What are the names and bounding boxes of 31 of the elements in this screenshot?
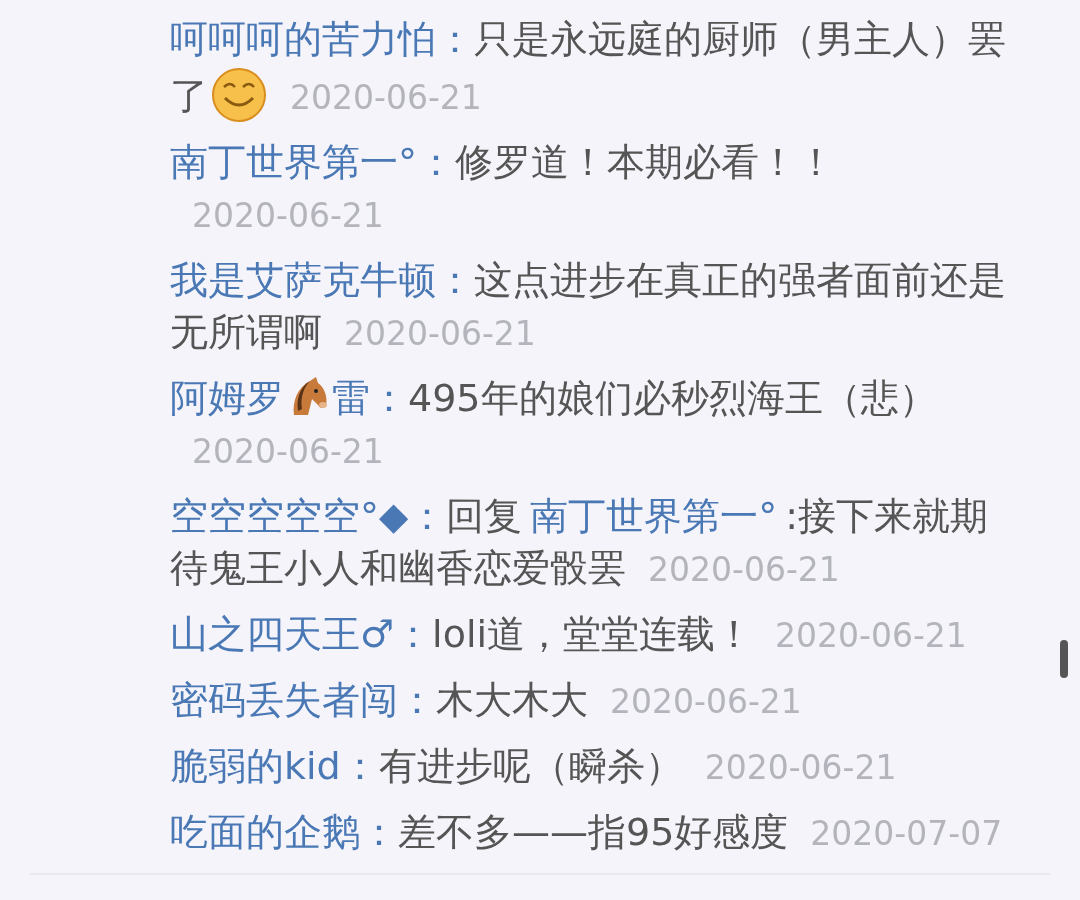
comment-date: 2020-06-21 xyxy=(192,196,384,235)
comment-date: 2020-06-21 xyxy=(610,682,802,721)
comment-text: 呵呵呵的苦力怕：只是永远庭的厨师（男主人）罢了 2020-06-21 xyxy=(170,13,1014,124)
username-link[interactable]: 南丁世界第一°： xyxy=(170,140,455,184)
username-link[interactable]: 密码丢失者闯： xyxy=(170,678,436,722)
comment-text: 吃面的企鹅：差不多——指95好感度 2020-07-07 xyxy=(170,809,1004,856)
comment-text: 密码丢失者闯：木大木大 2020-06-21 xyxy=(170,677,803,724)
username-link[interactable]: 脆弱的kid： xyxy=(170,744,379,788)
comment-text: 空空空空空°◆：回复 南丁世界第一° :接下来就期待鬼王小人和幽香恋爱骰罢 2020-06-21 xyxy=(170,493,990,592)
comment-text: 脆弱的kid：有进步呢（瞬杀） 2020-06-21 xyxy=(170,743,898,790)
username-link[interactable]: 呵呵呵的苦力怕： xyxy=(170,17,474,61)
username-link[interactable]: 阿姆罗 xyxy=(170,376,284,420)
comment-date: 2020-06-21 xyxy=(192,432,384,471)
comment-text: 我是艾萨克牛顿：这点进步在真正的强者面前还是无所谓啊 2020-06-21 xyxy=(170,257,1007,356)
username-link[interactable]: 雷： xyxy=(332,376,408,420)
smiley-icon xyxy=(210,65,268,123)
username-link[interactable]: 南丁世界第一° xyxy=(530,494,778,538)
comment-date: 2020-06-21 xyxy=(344,314,536,353)
comment-text: 南丁世界第一°：修罗道！本期必看！！ 2020-06-21 xyxy=(170,139,836,237)
scrollbar-thumb[interactable] xyxy=(1060,640,1068,678)
comment-date: 2020-06-21 xyxy=(775,616,967,655)
comment-date: 2020-06-21 xyxy=(704,748,897,787)
comment-date: 2020-07-07 xyxy=(810,814,1003,853)
comment-date: 2020-06-21 xyxy=(648,550,840,589)
username-link[interactable]: 空空空空空°◆： xyxy=(170,494,447,538)
comment-text: 山之四天王♂：loli道，堂堂连载！ 2020-06-21 xyxy=(170,611,968,658)
username-link[interactable]: 我是艾萨克牛顿： xyxy=(170,258,474,302)
username-link[interactable]: 山之四天王♂： xyxy=(170,612,433,656)
comment-text: 阿姆罗 雷：495年的娘们必秒烈海王（悲） 2020-06-21 xyxy=(170,374,938,473)
username-link[interactable]: 吃面的企鹅： xyxy=(170,810,398,854)
comment-date: 2020-06-21 xyxy=(290,78,482,117)
